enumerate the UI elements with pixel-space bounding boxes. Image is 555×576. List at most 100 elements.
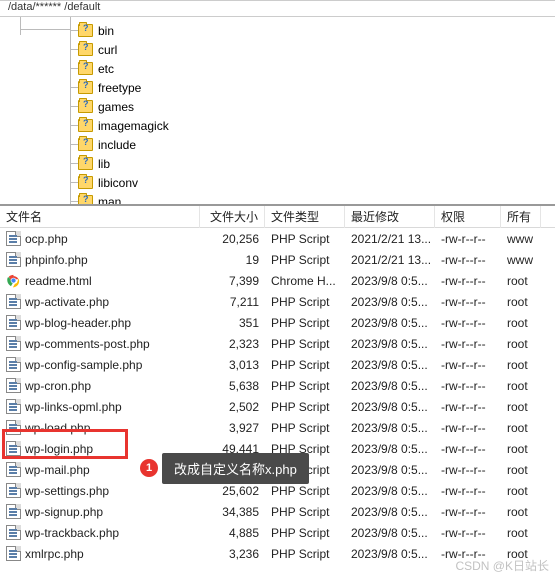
file-row[interactable]: wp-comments-post.php2,323PHP Script2023/…: [0, 333, 555, 354]
folder-icon: ?: [78, 138, 93, 151]
tree-item[interactable]: ? include: [0, 135, 555, 154]
file-owner: root: [501, 421, 541, 435]
file-type: PHP Script: [265, 379, 345, 393]
file-size: 5,638: [200, 379, 265, 393]
file-size: 4,885: [200, 526, 265, 540]
file-perm: -rw-r--r--: [435, 232, 501, 246]
php-file-icon: [6, 441, 21, 456]
file-row[interactable]: wp-cron.php5,638PHP Script2023/9/8 0:5..…: [0, 375, 555, 396]
tree-item-label: include: [98, 138, 136, 152]
file-perm: -rw-r--r--: [435, 484, 501, 498]
file-owner: root: [501, 316, 541, 330]
file-row[interactable]: wp-links-opml.php2,502PHP Script2023/9/8…: [0, 396, 555, 417]
file-date: 2021/2/21 13...: [345, 253, 435, 267]
file-row[interactable]: wp-signup.php34,385PHP Script2023/9/8 0:…: [0, 501, 555, 522]
tree-item[interactable]: ?man: [0, 192, 555, 206]
file-size: 19: [200, 253, 265, 267]
folder-tree[interactable]: ?bin?curl?etc?freetype?games?imagemagick…: [0, 17, 555, 206]
column-header-size[interactable]: 文件大小: [200, 206, 265, 228]
file-date: 2023/9/8 0:5...: [345, 295, 435, 309]
file-perm: -rw-r--r--: [435, 400, 501, 414]
file-perm: -rw-r--r--: [435, 337, 501, 351]
folder-icon: ?: [78, 24, 93, 37]
php-file-icon: [6, 420, 21, 435]
file-name-label: xmlrpc.php: [25, 547, 84, 561]
file-row[interactable]: wp-trackback.php4,885PHP Script2023/9/8 …: [0, 522, 555, 543]
folder-icon: ?: [78, 81, 93, 94]
column-header-perm[interactable]: 权限: [435, 206, 501, 228]
php-file-icon: [6, 315, 21, 330]
tree-item[interactable]: ? libiconv: [0, 173, 555, 192]
tree-item[interactable]: ?etc: [0, 59, 555, 78]
tree-item-label: curl: [98, 43, 117, 57]
column-header-owner[interactable]: 所有: [501, 206, 541, 228]
file-type: PHP Script: [265, 232, 345, 246]
file-row[interactable]: wp-load.php3,927PHP Script2023/9/8 0:5..…: [0, 417, 555, 438]
column-header-date[interactable]: 最近修改: [345, 206, 435, 228]
file-date: 2023/9/8 0:5...: [345, 358, 435, 372]
file-owner: root: [501, 463, 541, 477]
tree-item[interactable]: ? freetype: [0, 78, 555, 97]
file-type: PHP Script: [265, 358, 345, 372]
path-bar: /data/****** /default: [0, 1, 555, 17]
file-perm: -rw-r--r--: [435, 379, 501, 393]
folder-icon: ?: [78, 195, 93, 206]
file-size: 34,385: [200, 505, 265, 519]
php-file-icon: [6, 483, 21, 498]
file-row[interactable]: ocp.php20,256PHP Script2021/2/21 13...-r…: [0, 228, 555, 249]
tree-item-label: etc: [98, 62, 114, 76]
php-file-icon: [6, 357, 21, 372]
php-file-icon: [6, 546, 21, 561]
file-name-label: ocp.php: [25, 232, 68, 246]
file-name-label: wp-login.php: [25, 442, 93, 456]
tree-item[interactable]: ?games: [0, 97, 555, 116]
tree-item-label: libiconv: [98, 176, 138, 190]
file-owner: root: [501, 295, 541, 309]
file-size: 3,927: [200, 421, 265, 435]
php-file-icon: [6, 462, 21, 477]
column-header-name[interactable]: 文件名: [0, 206, 200, 228]
folder-icon: ?: [78, 176, 93, 189]
column-header-type[interactable]: 文件类型: [265, 206, 345, 228]
file-name-label: wp-comments-post.php: [25, 337, 150, 351]
file-owner: root: [501, 484, 541, 498]
tree-item-label: imagemagick: [98, 119, 169, 133]
file-name-label: wp-config-sample.php: [25, 358, 142, 372]
file-row[interactable]: wp-config-sample.php 3,013PHP Script2023/…: [0, 354, 555, 375]
php-file-icon: [6, 525, 21, 540]
file-type: PHP Script: [265, 316, 345, 330]
file-date: 2023/9/8 0:5...: [345, 316, 435, 330]
php-file-icon: [6, 399, 21, 414]
file-row[interactable]: phpinfo.php19PHP Script2021/2/21 13...-r…: [0, 249, 555, 270]
file-type: PHP Script: [265, 526, 345, 540]
tree-item[interactable]: ?imagemagick: [0, 116, 555, 135]
file-list-header[interactable]: 文件名 文件大小 文件类型 最近修改 权限 所有: [0, 206, 555, 228]
tree-item[interactable]: ? lib: [0, 154, 555, 173]
file-size: 3,013: [200, 358, 265, 372]
file-date: 2023/9/8 0:5...: [345, 421, 435, 435]
annotation-badge: 1: [140, 459, 158, 477]
file-name-label: wp-settings.php: [25, 484, 109, 498]
file-list-panel: 文件名 文件大小 文件类型 最近修改 权限 所有 ocp.php20,256PH…: [0, 206, 555, 564]
file-date: 2023/9/8 0:5...: [345, 379, 435, 393]
file-owner: root: [501, 358, 541, 372]
chrome-file-icon: [6, 273, 21, 288]
file-row[interactable]: wp-activate.php7,211PHP Script2023/9/8 0…: [0, 291, 555, 312]
tree-item[interactable]: ?curl: [0, 40, 555, 59]
tree-item[interactable]: ?bin: [0, 21, 555, 40]
file-perm: -rw-r--r--: [435, 442, 501, 456]
file-row[interactable]: readme.html7,399Chrome H...2023/9/8 0:5.…: [0, 270, 555, 291]
tree-item-label: lib: [98, 157, 110, 171]
file-date: 2023/9/8 0:5...: [345, 442, 435, 456]
file-row[interactable]: wp-blog-header.php351PHP Script2023/9/8 …: [0, 312, 555, 333]
file-owner: root: [501, 526, 541, 540]
file-type: PHP Script: [265, 400, 345, 414]
folder-icon: ?: [78, 100, 93, 113]
file-name-label: wp-activate.php: [25, 295, 109, 309]
file-size: 2,323: [200, 337, 265, 351]
folder-icon: ?: [78, 157, 93, 170]
file-date: 2023/9/8 0:5...: [345, 274, 435, 288]
file-type: PHP Script: [265, 484, 345, 498]
file-size: 3,236: [200, 547, 265, 561]
tree-item-label: freetype: [98, 81, 141, 95]
